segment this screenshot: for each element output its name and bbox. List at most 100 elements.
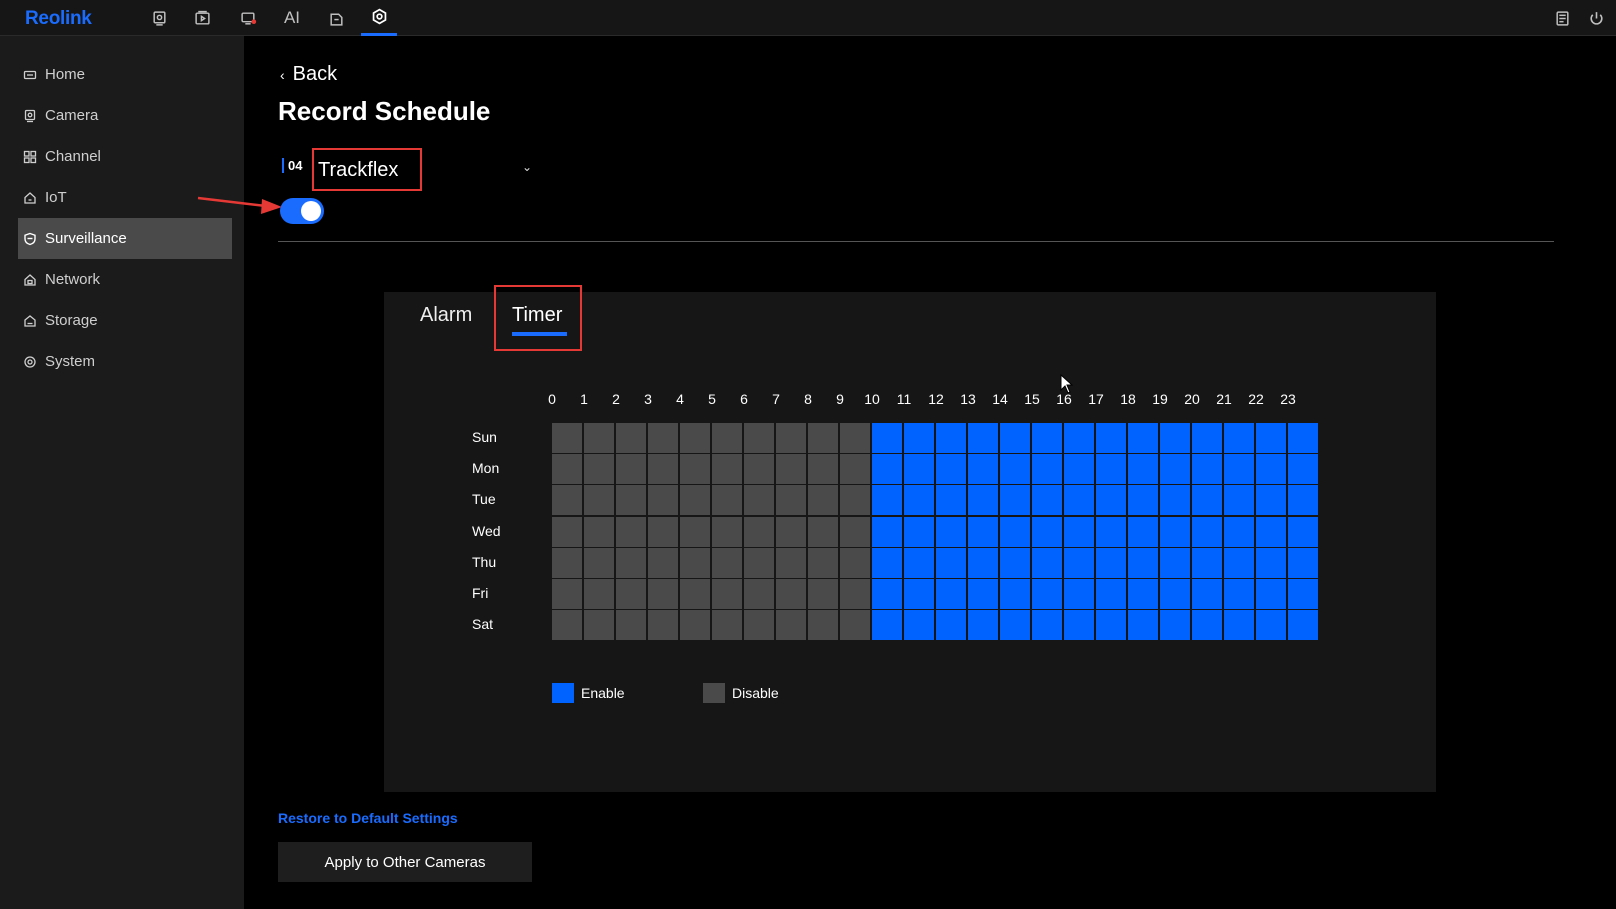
sidebar-item-camera[interactable]: Camera — [18, 95, 232, 136]
schedule-cell-enabled[interactable] — [968, 547, 998, 578]
schedule-cell-disabled[interactable] — [648, 423, 678, 453]
schedule-cell-disabled[interactable] — [584, 485, 614, 516]
schedule-cell-disabled[interactable] — [808, 454, 838, 485]
sidebar-item-system[interactable]: System — [18, 341, 232, 382]
ai-icon[interactable]: AI — [274, 0, 310, 36]
schedule-cell-disabled[interactable] — [648, 547, 678, 578]
schedule-cell-disabled[interactable] — [584, 423, 614, 453]
schedule-cell-enabled[interactable] — [1096, 454, 1126, 485]
schedule-cell-disabled[interactable] — [616, 423, 646, 453]
schedule-cell-enabled[interactable] — [1224, 485, 1254, 516]
schedule-cell-enabled[interactable] — [1032, 485, 1062, 516]
schedule-cell-disabled[interactable] — [616, 610, 646, 641]
schedule-cell-enabled[interactable] — [1064, 579, 1094, 609]
schedule-cell-disabled[interactable] — [680, 423, 710, 453]
schedule-cell-enabled[interactable] — [1224, 454, 1254, 485]
schedule-cell-enabled[interactable] — [1160, 610, 1190, 641]
schedule-cell-enabled[interactable] — [1288, 610, 1318, 641]
notes-icon[interactable] — [1544, 0, 1580, 36]
schedule-cell-enabled[interactable] — [1096, 485, 1126, 516]
schedule-cell-enabled[interactable] — [1256, 423, 1286, 453]
schedule-cell-disabled[interactable] — [552, 516, 582, 547]
schedule-cell-enabled[interactable] — [1192, 516, 1222, 547]
schedule-cell-disabled[interactable] — [712, 547, 742, 578]
schedule-cell-disabled[interactable] — [712, 579, 742, 609]
schedule-cell-enabled[interactable] — [1224, 516, 1254, 547]
schedule-cell-disabled[interactable] — [840, 547, 870, 578]
schedule-cell-disabled[interactable] — [808, 485, 838, 516]
schedule-cell-disabled[interactable] — [744, 485, 774, 516]
schedule-cell-enabled[interactable] — [1096, 423, 1126, 453]
schedule-cell-disabled[interactable] — [744, 547, 774, 578]
schedule-cell-enabled[interactable] — [1128, 610, 1158, 641]
schedule-cell-disabled[interactable] — [584, 547, 614, 578]
schedule-cell-enabled[interactable] — [1128, 454, 1158, 485]
schedule-cell-enabled[interactable] — [1064, 516, 1094, 547]
back-button[interactable]: ‹ Back — [280, 63, 337, 86]
schedule-cell-disabled[interactable] — [840, 485, 870, 516]
schedule-cell-disabled[interactable] — [648, 610, 678, 641]
schedule-cell-enabled[interactable] — [1128, 485, 1158, 516]
schedule-cell-enabled[interactable] — [872, 516, 902, 547]
schedule-cell-enabled[interactable] — [1160, 516, 1190, 547]
schedule-cell-enabled[interactable] — [1192, 485, 1222, 516]
schedule-cell-enabled[interactable] — [1192, 454, 1222, 485]
schedule-cell-enabled[interactable] — [1032, 579, 1062, 609]
schedule-cell-disabled[interactable] — [808, 547, 838, 578]
schedule-cell-disabled[interactable] — [616, 547, 646, 578]
schedule-cell-disabled[interactable] — [776, 547, 806, 578]
file-icon[interactable] — [318, 0, 354, 36]
schedule-cell-enabled[interactable] — [1288, 454, 1318, 485]
schedule-cell-enabled[interactable] — [936, 610, 966, 641]
schedule-cell-disabled[interactable] — [552, 579, 582, 609]
schedule-cell-enabled[interactable] — [904, 454, 934, 485]
schedule-cell-enabled[interactable] — [1000, 454, 1030, 485]
schedule-cell-enabled[interactable] — [904, 423, 934, 453]
schedule-cell-disabled[interactable] — [584, 579, 614, 609]
schedule-cell-enabled[interactable] — [968, 579, 998, 609]
schedule-cell-enabled[interactable] — [968, 485, 998, 516]
schedule-cell-disabled[interactable] — [648, 454, 678, 485]
live-view-icon[interactable] — [141, 0, 177, 36]
schedule-cell-disabled[interactable] — [776, 423, 806, 453]
schedule-cell-enabled[interactable] — [1064, 547, 1094, 578]
restore-default-link[interactable]: Restore to Default Settings — [278, 810, 458, 826]
schedule-cell-enabled[interactable] — [1000, 579, 1030, 609]
schedule-cell-disabled[interactable] — [616, 485, 646, 516]
tab-alarm[interactable]: Alarm — [420, 304, 472, 327]
schedule-cell-enabled[interactable] — [1160, 579, 1190, 609]
settings-icon[interactable] — [361, 0, 397, 36]
schedule-cell-disabled[interactable] — [744, 454, 774, 485]
schedule-cell-disabled[interactable] — [680, 516, 710, 547]
schedule-cell-enabled[interactable] — [904, 485, 934, 516]
schedule-cell-disabled[interactable] — [808, 610, 838, 641]
schedule-cell-enabled[interactable] — [1000, 485, 1030, 516]
alerts-icon[interactable] — [230, 0, 266, 36]
schedule-cell-disabled[interactable] — [712, 610, 742, 641]
schedule-cell-enabled[interactable] — [936, 423, 966, 453]
schedule-cell-enabled[interactable] — [904, 610, 934, 641]
schedule-cell-disabled[interactable] — [744, 610, 774, 641]
schedule-cell-enabled[interactable] — [872, 547, 902, 578]
schedule-cell-disabled[interactable] — [552, 423, 582, 453]
schedule-cell-enabled[interactable] — [1032, 423, 1062, 453]
schedule-cell-enabled[interactable] — [872, 610, 902, 641]
schedule-cell-enabled[interactable] — [1096, 579, 1126, 609]
schedule-cell-enabled[interactable] — [1256, 610, 1286, 641]
schedule-cell-disabled[interactable] — [840, 610, 870, 641]
schedule-cell-disabled[interactable] — [712, 454, 742, 485]
schedule-cell-enabled[interactable] — [1192, 579, 1222, 609]
schedule-cell-enabled[interactable] — [1288, 423, 1318, 453]
schedule-cell-enabled[interactable] — [1256, 485, 1286, 516]
schedule-cell-enabled[interactable] — [968, 454, 998, 485]
schedule-cell-disabled[interactable] — [584, 454, 614, 485]
schedule-cell-enabled[interactable] — [1192, 547, 1222, 578]
schedule-cell-enabled[interactable] — [1224, 579, 1254, 609]
schedule-cell-enabled[interactable] — [936, 485, 966, 516]
schedule-cell-enabled[interactable] — [1224, 610, 1254, 641]
playback-icon[interactable] — [184, 0, 220, 36]
schedule-cell-enabled[interactable] — [1032, 516, 1062, 547]
schedule-cell-disabled[interactable] — [712, 423, 742, 453]
schedule-cell-disabled[interactable] — [712, 485, 742, 516]
schedule-cell-enabled[interactable] — [1160, 423, 1190, 453]
